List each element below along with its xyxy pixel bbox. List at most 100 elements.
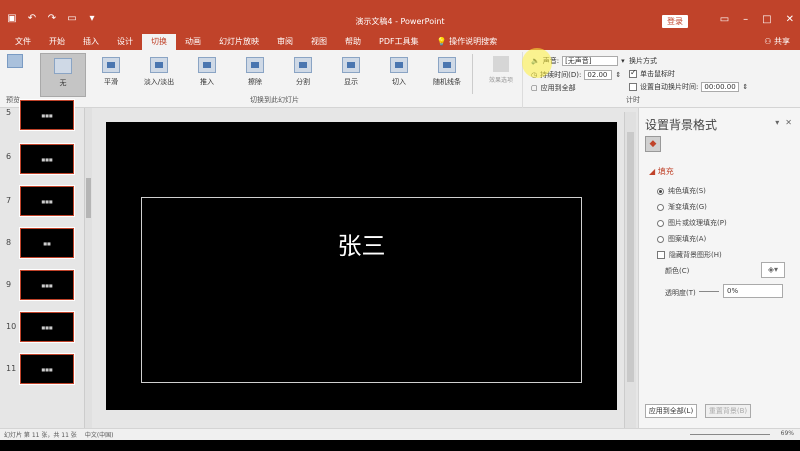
- reset-background-button[interactable]: 重置背景(B): [705, 404, 751, 418]
- spin-icon[interactable]: ⇕: [742, 83, 748, 91]
- format-background-pane: 设置背景格式 ▾ ✕ ◆ ◢ 填充 纯色填充(S) 渐变填充(G) 图片或纹理填…: [638, 108, 800, 428]
- radio-button[interactable]: [657, 203, 664, 211]
- share-button[interactable]: ⚇ 共享: [764, 34, 790, 50]
- option-label: 渐变填充(G): [668, 203, 707, 211]
- slides-scrollbar[interactable]: [84, 108, 92, 428]
- picture-fill-option[interactable]: 图片或纹理填充(P): [657, 218, 727, 228]
- tab-insert[interactable]: 插入: [74, 34, 108, 50]
- transition-label: 平滑: [104, 78, 118, 86]
- transparency-slider[interactable]: [699, 291, 719, 292]
- transition-none-icon: [54, 58, 72, 74]
- fill-section-header[interactable]: ◢ 填充: [649, 166, 674, 177]
- tab-home[interactable]: 开始: [40, 34, 74, 50]
- tab-design[interactable]: 设计: [108, 34, 142, 50]
- transition-split-icon: [294, 57, 312, 73]
- tab-file[interactable]: 文件: [6, 34, 40, 50]
- option-label: 纯色填充(S): [668, 187, 706, 195]
- transition-cut[interactable]: 切入: [376, 53, 422, 97]
- slide-thumbnail-text: ■■■: [41, 367, 53, 372]
- pane-title: 设置背景格式: [645, 118, 718, 132]
- transition-split[interactable]: 分割: [280, 53, 326, 97]
- tab-slideshow[interactable]: 幻灯片放映: [210, 34, 268, 50]
- transition-push[interactable]: 推入: [184, 53, 230, 97]
- after-checkbox[interactable]: [629, 83, 637, 91]
- spin-icon[interactable]: ⇕: [615, 71, 621, 79]
- slide-thumbnail[interactable]: ■■■: [19, 269, 75, 301]
- transition-random-bars[interactable]: 随机线条: [424, 53, 470, 97]
- person-icon: ⚇: [764, 37, 774, 46]
- radio-button[interactable]: [657, 187, 664, 195]
- maximize-icon[interactable]: □: [762, 14, 771, 25]
- checkbox[interactable]: [657, 251, 665, 259]
- transition-reveal[interactable]: 显示: [328, 53, 374, 97]
- slide-thumbnail[interactable]: ■■■: [19, 99, 75, 131]
- radio-button[interactable]: [657, 235, 664, 243]
- after-input[interactable]: 00:00.00: [701, 82, 740, 92]
- tab-view[interactable]: 视图: [302, 34, 336, 50]
- slide-thumbnail[interactable]: ■■■: [19, 311, 75, 343]
- language-indicator[interactable]: 中文(中国): [85, 430, 114, 439]
- apply-all-icon: ▢: [531, 84, 538, 92]
- color-picker-button[interactable]: ◈▾: [761, 262, 785, 278]
- tab-review[interactable]: 审阅: [268, 34, 302, 50]
- title-placeholder[interactable]: 张三: [141, 197, 582, 383]
- login-button[interactable]: 登录: [662, 15, 688, 28]
- tab-pdf-tools[interactable]: PDF工具集: [370, 34, 428, 50]
- collapse-triangle-icon: ◢: [649, 167, 658, 176]
- editor-scrollbar[interactable]: [624, 112, 636, 428]
- hide-background-option[interactable]: 隐藏背景图形(H): [657, 250, 722, 260]
- transition-label: 无: [59, 79, 67, 87]
- zoom-slider[interactable]: [690, 434, 770, 435]
- transition-none[interactable]: 无: [40, 53, 86, 97]
- transition-wipe-icon: [246, 57, 264, 73]
- paint-bucket-icon[interactable]: ◆: [645, 136, 661, 152]
- current-slide[interactable]: 张三: [106, 122, 617, 410]
- preview-button[interactable]: [4, 54, 26, 92]
- transparency-input[interactable]: 0%: [723, 284, 783, 298]
- option-label: 隐藏背景图形(H): [669, 251, 722, 259]
- slide-thumbnail[interactable]: ■■: [19, 227, 75, 259]
- slide-info: 幻灯片 第 11 张，共 11 张: [4, 432, 77, 439]
- screen-bottom-edge: [0, 440, 800, 451]
- scroll-thumb[interactable]: [86, 178, 91, 218]
- gradient-fill-option[interactable]: 渐变填充(G): [657, 202, 707, 212]
- slide-number: 8: [6, 238, 12, 247]
- transition-morph[interactable]: 平滑: [88, 53, 134, 97]
- slide-thumbnail-text: ■■: [43, 241, 51, 246]
- timing-group: 🔈 声音: [无声音] ▾ ◷ 持续时间(D): 02.00 ⇕ ▢ 应用到全部…: [522, 52, 800, 108]
- tab-transitions[interactable]: 切换: [142, 34, 176, 50]
- close-icon[interactable]: ✕: [786, 14, 794, 25]
- tab-animations[interactable]: 动画: [176, 34, 210, 50]
- slide-thumbnail[interactable]: ■■■: [19, 143, 75, 175]
- slide-thumbnail-text: ■■■: [41, 325, 53, 330]
- apply-all-row[interactable]: ▢ 应用到全部: [531, 83, 576, 93]
- tell-me-search[interactable]: 💡 操作说明搜索: [428, 34, 507, 50]
- chevron-down-icon[interactable]: ▾: [621, 57, 625, 65]
- tab-help[interactable]: 帮助: [336, 34, 370, 50]
- ribbon-display-options-icon[interactable]: ▭: [720, 14, 729, 25]
- radio-button[interactable]: [657, 219, 664, 227]
- transition-fade[interactable]: 淡入/淡出: [136, 53, 182, 97]
- scroll-thumb[interactable]: [627, 132, 634, 382]
- slide-thumbnail[interactable]: ■■■: [19, 185, 75, 217]
- sound-select[interactable]: [无声音]: [562, 56, 619, 66]
- transition-cut-icon: [390, 57, 408, 73]
- chevron-down-icon[interactable]: ▾: [775, 118, 779, 127]
- slide-thumbnail[interactable]: ■■■: [19, 353, 75, 385]
- zoom-level[interactable]: 69%: [781, 430, 794, 437]
- window-controls: ▭ – □ ✕: [720, 14, 794, 25]
- pattern-fill-option[interactable]: 图案填充(A): [657, 234, 706, 244]
- slide-title[interactable]: 张三: [142, 226, 581, 261]
- effect-options-label: 效果选项: [488, 77, 513, 84]
- preview-group-label: 预览: [6, 96, 20, 104]
- minimize-icon[interactable]: –: [743, 14, 748, 25]
- solid-fill-option[interactable]: 纯色填充(S): [657, 186, 706, 196]
- pane-controls: ▾ ✕: [775, 118, 792, 127]
- transition-gallery-scroll[interactable]: [472, 54, 480, 94]
- effect-options-button[interactable]: 效果选项: [486, 54, 516, 94]
- duration-input[interactable]: 02.00: [584, 70, 613, 80]
- apply-to-all-button[interactable]: 应用到全部(L): [645, 404, 697, 418]
- transition-wipe[interactable]: 擦除: [232, 53, 278, 97]
- close-icon[interactable]: ✕: [785, 118, 792, 127]
- on-click-checkbox[interactable]: [629, 68, 637, 78]
